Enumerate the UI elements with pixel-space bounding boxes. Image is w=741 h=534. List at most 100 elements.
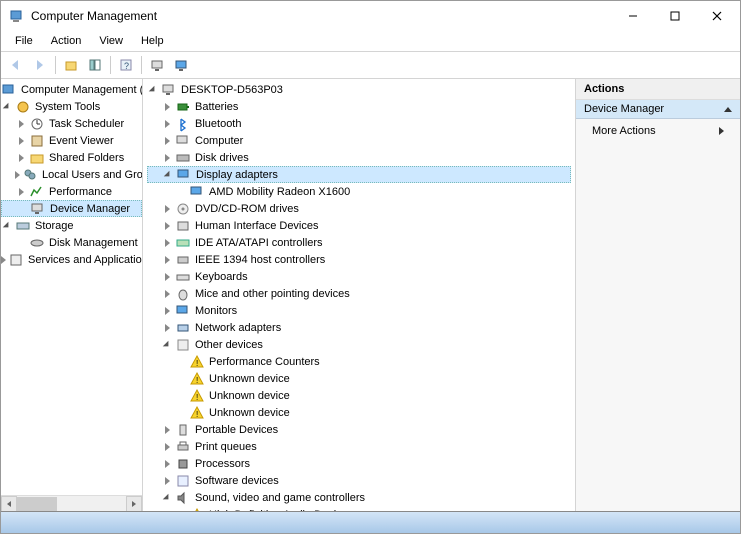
expander-icon[interactable] bbox=[15, 118, 27, 130]
device-computer-root[interactable]: DESKTOP-D563P03 bbox=[147, 81, 571, 98]
device-label: Unknown device bbox=[209, 373, 290, 385]
show-hide-tree-button[interactable] bbox=[84, 54, 106, 76]
expander-icon[interactable] bbox=[161, 203, 173, 215]
device-batteries[interactable]: Batteries bbox=[147, 98, 571, 115]
nav-services-apps[interactable]: Services and Applications bbox=[1, 251, 142, 268]
actions-header: Actions bbox=[576, 79, 740, 100]
nav-label: Local Users and Groups bbox=[42, 169, 143, 181]
device-bluetooth[interactable]: Bluetooth bbox=[147, 115, 571, 132]
toolbar-separator bbox=[110, 56, 111, 74]
device-keyboards[interactable]: Keyboards bbox=[147, 268, 571, 285]
help-button[interactable]: ? bbox=[115, 54, 137, 76]
device-monitors[interactable]: Monitors bbox=[147, 302, 571, 319]
scroll-right-button[interactable] bbox=[126, 496, 142, 511]
back-button[interactable] bbox=[5, 54, 27, 76]
nav-label: Shared Folders bbox=[49, 152, 124, 164]
expander-icon[interactable] bbox=[161, 305, 173, 317]
close-button[interactable] bbox=[702, 1, 732, 31]
up-button[interactable] bbox=[60, 54, 82, 76]
nav-storage[interactable]: Storage bbox=[1, 217, 142, 234]
expander-icon[interactable] bbox=[161, 271, 173, 283]
expander-icon[interactable] bbox=[15, 169, 20, 181]
more-actions-item[interactable]: More Actions bbox=[576, 119, 740, 143]
nav-label: Task Scheduler bbox=[49, 118, 124, 130]
nav-system-tools[interactable]: System Tools bbox=[1, 98, 142, 115]
device-label: DVD/CD-ROM drives bbox=[195, 203, 299, 215]
expander-icon[interactable] bbox=[15, 186, 27, 198]
device-ieee1394[interactable]: IEEE 1394 host controllers bbox=[147, 251, 571, 268]
device-perf-counters[interactable]: !Performance Counters bbox=[147, 353, 571, 370]
nav-task-scheduler[interactable]: Task Scheduler bbox=[1, 115, 142, 132]
svg-text:?: ? bbox=[124, 61, 129, 71]
device-computer-category[interactable]: Computer bbox=[147, 132, 571, 149]
expander-icon[interactable] bbox=[1, 220, 13, 232]
actions-section-header[interactable]: Device Manager bbox=[576, 100, 740, 119]
device-disk-drives[interactable]: Disk drives bbox=[147, 149, 571, 166]
device-hid[interactable]: Human Interface Devices bbox=[147, 217, 571, 234]
menu-file[interactable]: File bbox=[7, 33, 41, 49]
expander-icon[interactable] bbox=[161, 220, 173, 232]
device-processors[interactable]: Processors bbox=[147, 455, 571, 472]
maximize-button[interactable] bbox=[660, 1, 690, 31]
device-mice[interactable]: Mice and other pointing devices bbox=[147, 285, 571, 302]
expander-icon[interactable] bbox=[161, 458, 173, 470]
scroll-thumb[interactable] bbox=[17, 497, 57, 511]
expander-icon[interactable] bbox=[161, 288, 173, 300]
scroll-track[interactable] bbox=[17, 496, 126, 511]
device-gpu[interactable]: AMD Mobility Radeon X1600 bbox=[147, 183, 571, 200]
expander-icon[interactable] bbox=[162, 169, 174, 181]
expander-icon[interactable] bbox=[1, 254, 6, 266]
expander-icon[interactable] bbox=[15, 135, 27, 147]
services-icon bbox=[8, 252, 24, 268]
expander-icon[interactable] bbox=[161, 475, 173, 487]
expander-spacer bbox=[175, 407, 187, 419]
expander-icon[interactable] bbox=[1, 101, 13, 113]
expander-icon[interactable] bbox=[161, 135, 173, 147]
expander-icon[interactable] bbox=[161, 101, 173, 113]
expander-icon[interactable] bbox=[161, 118, 173, 130]
menu-action[interactable]: Action bbox=[43, 33, 90, 49]
expander-spacer bbox=[175, 390, 187, 402]
nav-event-viewer[interactable]: Event Viewer bbox=[1, 132, 142, 149]
device-unknown[interactable]: !Unknown device bbox=[147, 387, 571, 404]
device-label: Network adapters bbox=[195, 322, 281, 334]
expander-icon[interactable] bbox=[15, 152, 27, 164]
expander-icon[interactable] bbox=[161, 339, 173, 351]
device-network[interactable]: Network adapters bbox=[147, 319, 571, 336]
nav-root[interactable]: Computer Management (Local) bbox=[1, 81, 142, 98]
device-ide[interactable]: IDE ATA/ATAPI controllers bbox=[147, 234, 571, 251]
device-label: Bluetooth bbox=[195, 118, 241, 130]
device-other[interactable]: Other devices bbox=[147, 336, 571, 353]
device-display-adapters[interactable]: Display adapters bbox=[147, 166, 571, 183]
device-unknown[interactable]: !Unknown device bbox=[147, 404, 571, 421]
nav-device-manager[interactable]: Device Manager bbox=[1, 200, 142, 217]
horizontal-scrollbar[interactable] bbox=[1, 495, 142, 511]
device-dvd[interactable]: DVD/CD-ROM drives bbox=[147, 200, 571, 217]
device-portable[interactable]: Portable Devices bbox=[147, 421, 571, 438]
device-sound[interactable]: Sound, video and game controllers bbox=[147, 489, 571, 506]
app-icon bbox=[9, 8, 25, 24]
expander-icon[interactable] bbox=[161, 492, 173, 504]
nav-shared-folders[interactable]: Shared Folders bbox=[1, 149, 142, 166]
expander-icon[interactable] bbox=[161, 152, 173, 164]
menu-help[interactable]: Help bbox=[133, 33, 172, 49]
expander-icon[interactable] bbox=[161, 424, 173, 436]
expander-icon[interactable] bbox=[147, 84, 159, 96]
menu-view[interactable]: View bbox=[91, 33, 131, 49]
scroll-left-button[interactable] bbox=[1, 496, 17, 511]
device-label: Software devices bbox=[195, 475, 279, 487]
expander-icon[interactable] bbox=[161, 322, 173, 334]
nav-local-users[interactable]: Local Users and Groups bbox=[1, 166, 142, 183]
nav-disk-management[interactable]: Disk Management bbox=[1, 234, 142, 251]
device-print-queues[interactable]: Print queues bbox=[147, 438, 571, 455]
forward-button[interactable] bbox=[29, 54, 51, 76]
monitor-icon-button[interactable] bbox=[170, 54, 192, 76]
expander-icon[interactable] bbox=[161, 237, 173, 249]
minimize-button[interactable] bbox=[618, 1, 648, 31]
scan-hardware-button[interactable] bbox=[146, 54, 168, 76]
device-software[interactable]: Software devices bbox=[147, 472, 571, 489]
expander-icon[interactable] bbox=[161, 441, 173, 453]
device-unknown[interactable]: !Unknown device bbox=[147, 370, 571, 387]
nav-performance[interactable]: Performance bbox=[1, 183, 142, 200]
expander-icon[interactable] bbox=[161, 254, 173, 266]
